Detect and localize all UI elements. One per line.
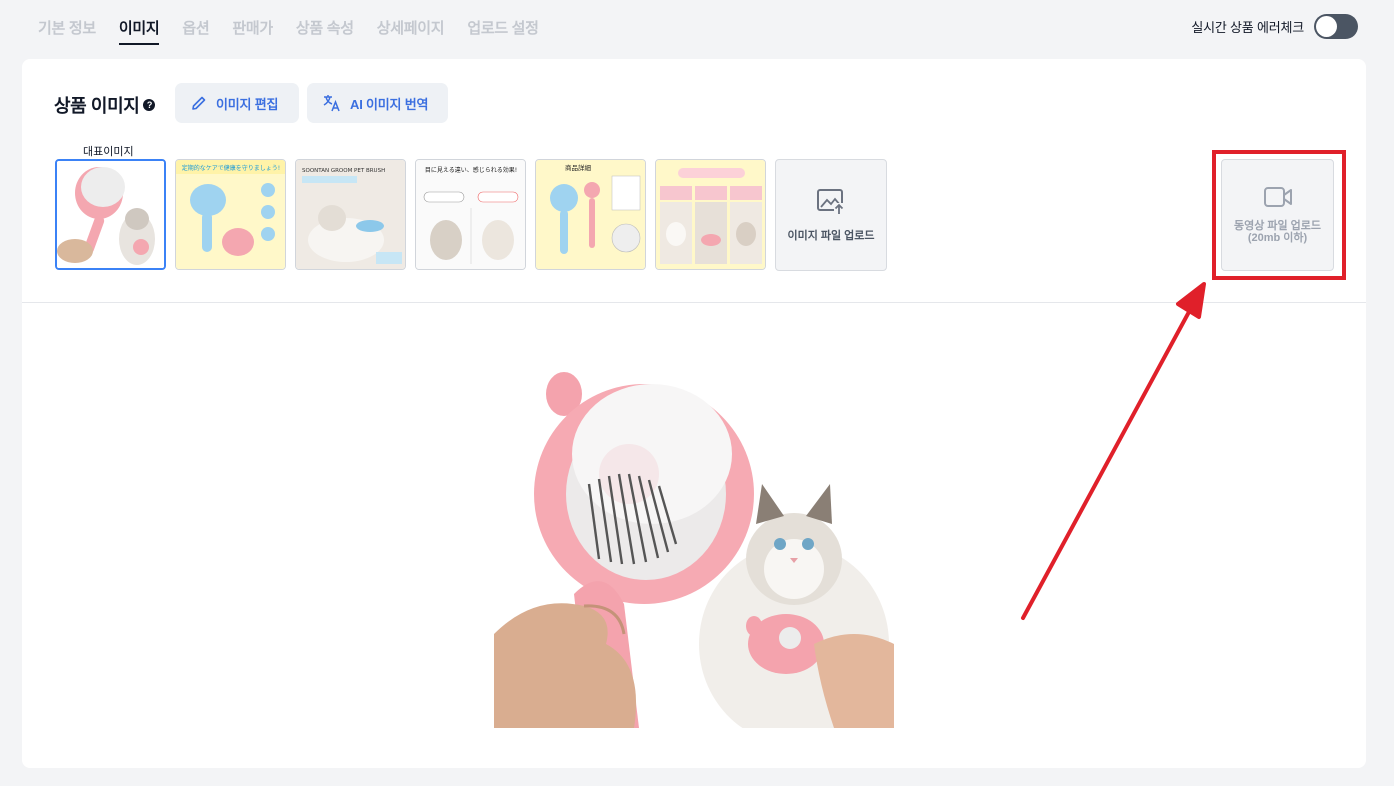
- image-card: 상품 이미지 ? 이미지 편집 AI 이미지 번역 대표이미지 定期的なケアで健…: [22, 59, 1366, 768]
- tab-bar: 기본 정보 이미지 옵션 판매가 상품 속성 상세페이지 업로드 설정: [38, 17, 562, 45]
- thumbnail-3[interactable]: SOONTAN GROOM PET BRUSH: [295, 159, 406, 270]
- tab-price[interactable]: 판매가: [232, 17, 273, 45]
- tab-detail-page[interactable]: 상세페이지: [377, 17, 445, 45]
- tab-upload-settings[interactable]: 업로드 설정: [467, 17, 539, 45]
- thumb-5-caption: 商品詳細: [565, 163, 592, 172]
- upload-video-label-line1: 동영상 파일 업로드: [1233, 220, 1322, 232]
- tab-images[interactable]: 이미지: [118, 17, 160, 45]
- toggle-knob: [1316, 16, 1337, 37]
- divider: [22, 302, 1366, 303]
- section-title-text: 상품 이미지: [54, 96, 140, 116]
- thumb-2-caption: 定期的なケアで健康を守りましょう!: [182, 164, 280, 172]
- edit-image-button[interactable]: 이미지 편집: [175, 83, 299, 123]
- thumbnail-1[interactable]: [55, 159, 166, 270]
- upload-image-label: 이미지 파일 업로드: [787, 230, 875, 242]
- main-image-preview: [494, 344, 894, 728]
- question-circle-icon[interactable]: ?: [143, 99, 156, 111]
- image-upload-icon: [817, 189, 844, 215]
- pencil-icon: [192, 96, 206, 110]
- ai-translate-button[interactable]: AI 이미지 번역: [307, 83, 448, 123]
- thumb-3-caption: SOONTAN GROOM PET BRUSH: [302, 168, 385, 174]
- error-check-toggle-group: 실시간 상품 에러체크: [1191, 14, 1358, 39]
- error-check-label: 실시간 상품 에러체크: [1191, 20, 1304, 35]
- section-title: 상품 이미지 ?: [54, 92, 156, 118]
- translate-icon: [323, 95, 340, 112]
- thumbnail-6[interactable]: [655, 159, 766, 270]
- tab-basic-info[interactable]: 기본 정보: [38, 17, 96, 45]
- thumb-4-caption: 目に見える違い、感じられる効果!: [425, 166, 517, 174]
- upload-video-label: 동영상 파일 업로드 (20mb 이하): [1234, 220, 1321, 244]
- thumbnail-2[interactable]: 定期的なケアで健康を守りましょう!: [175, 159, 286, 270]
- tab-attributes[interactable]: 상품 속성: [296, 17, 354, 45]
- video-camera-icon: [1263, 187, 1292, 207]
- representative-image-label: 대표이미지: [83, 146, 134, 158]
- thumbnail-4[interactable]: 目に見える違い、感じられる効果!: [415, 159, 526, 270]
- tab-options[interactable]: 옵션: [182, 17, 209, 45]
- error-check-toggle[interactable]: [1314, 14, 1358, 39]
- upload-image-tile[interactable]: 이미지 파일 업로드: [775, 159, 887, 271]
- upload-video-tile[interactable]: 동영상 파일 업로드 (20mb 이하): [1221, 159, 1334, 271]
- ai-translate-label: AI 이미지 번역: [350, 96, 429, 112]
- thumbnail-list: 定期的なケアで健康を守りましょう! SOONTAN GROOM PET BRUS…: [55, 159, 887, 271]
- thumbnail-5[interactable]: 商品詳細: [535, 159, 646, 270]
- edit-image-label: 이미지 편집: [216, 96, 279, 112]
- upload-video-label-line2: (20mb 이하): [1247, 232, 1308, 244]
